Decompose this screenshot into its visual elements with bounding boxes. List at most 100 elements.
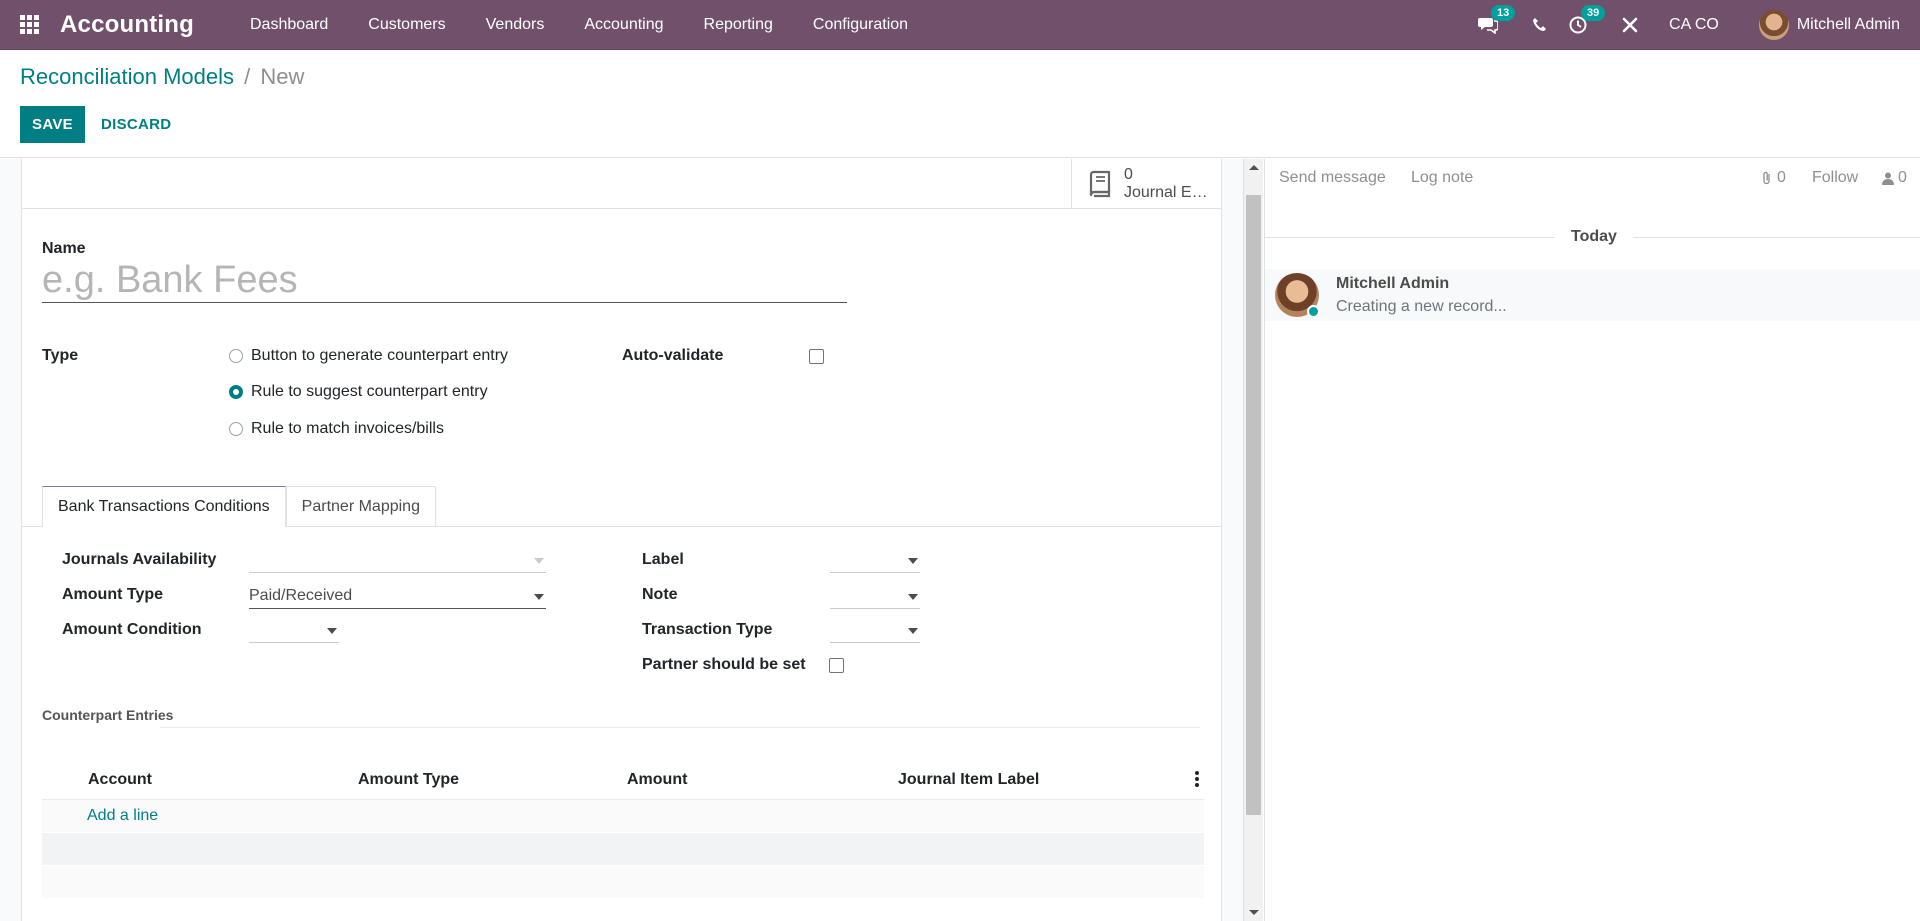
note-condition-select[interactable]: [830, 583, 920, 609]
send-message-button[interactable]: Send message: [1279, 169, 1386, 187]
chevron-down-icon: [534, 558, 544, 564]
paperclip-icon: [1763, 171, 1770, 185]
separator-line-right: [1633, 237, 1920, 238]
chatter-message: Mitchell Admin Creating a new record...: [1265, 269, 1920, 321]
nav-dashboard[interactable]: Dashboard: [230, 0, 348, 50]
follow-button[interactable]: Follow: [1812, 169, 1858, 187]
counterpart-entries-title: Counterpart Entries: [42, 707, 174, 723]
breadcrumb-current: New: [260, 64, 305, 89]
apps-menu-icon[interactable]: [20, 14, 42, 35]
followers-count: 0: [1898, 169, 1907, 186]
journal-entries-label: Journal Entries: [1124, 184, 1216, 201]
tab-partner-mapping[interactable]: Partner Mapping: [285, 486, 436, 527]
message-author[interactable]: Mitchell Admin: [1336, 275, 1449, 293]
auto-validate-label: Auto-validate: [622, 347, 724, 364]
label-condition-label: Label: [642, 551, 684, 568]
debug-tools-menu[interactable]: [1611, 0, 1649, 50]
chatter-topbar: Send message Log note 0 Follow 0: [1265, 159, 1920, 199]
amount-condition-select[interactable]: [249, 617, 339, 643]
chevron-down-icon: [534, 594, 544, 600]
name-label: Name: [42, 240, 86, 257]
partner-should-be-set-label: Partner should be set: [642, 656, 806, 673]
nav-reporting[interactable]: Reporting: [684, 0, 793, 50]
followers-button[interactable]: 0: [1882, 169, 1907, 187]
company-switcher[interactable]: CA CO: [1669, 16, 1719, 34]
top-navbar: Accounting Dashboard Customers Vendors A…: [0, 0, 1920, 50]
discard-button[interactable]: DISCARD: [95, 106, 177, 143]
form-sheet: 0 Journal Entries Name Type Button to ge…: [21, 159, 1222, 921]
amount-type-label: Amount Type: [62, 586, 164, 603]
journal-entries-button[interactable]: 0 Journal Entries: [1071, 159, 1221, 209]
partner-should-be-set-checkbox[interactable]: [829, 658, 844, 673]
amount-type-select[interactable]: Paid/Received: [249, 583, 546, 609]
transaction-type-label: Transaction Type: [642, 621, 773, 638]
column-account[interactable]: Account: [88, 771, 152, 789]
type-option-suggest[interactable]: Rule to suggest counterpart entry: [229, 383, 488, 401]
table-row: [42, 866, 1204, 899]
phone-icon: [1533, 18, 1547, 31]
scroll-up-arrow-icon[interactable]: [1249, 165, 1259, 170]
breadcrumb: Reconciliation Models / New: [20, 64, 304, 90]
breadcrumb-parent[interactable]: Reconciliation Models: [20, 64, 234, 89]
chevron-down-icon: [908, 594, 918, 600]
attachments-button[interactable]: 0: [1761, 169, 1786, 187]
nav-accounting[interactable]: Accounting: [564, 0, 683, 50]
auto-validate-checkbox[interactable]: [809, 349, 824, 364]
table-row: [42, 833, 1204, 866]
column-journal-item-label[interactable]: Journal Item Label: [898, 771, 1039, 789]
add-line-link[interactable]: Add a line: [87, 807, 158, 825]
label-condition-select[interactable]: [830, 547, 920, 573]
column-amount-type[interactable]: Amount Type: [358, 771, 459, 789]
chevron-down-icon: [908, 628, 918, 634]
separator-line-left: [1265, 237, 1555, 238]
journals-availability-label: Journals Availability: [62, 551, 217, 568]
user-name: Mitchell Admin: [1796, 16, 1900, 33]
online-status-icon: [1307, 305, 1320, 318]
tools-icon: [1622, 17, 1638, 33]
nav-customers[interactable]: Customers: [348, 0, 465, 50]
column-amount[interactable]: Amount: [627, 771, 687, 789]
systray: 13 39 CA CO Mitchell Admin: [1469, 0, 1920, 50]
radio-suggest-checked[interactable]: [229, 385, 243, 399]
radio-button-generate[interactable]: [229, 349, 243, 363]
counterpart-entries-table: Account Amount Type Amount Journal Item …: [42, 759, 1204, 899]
scroll-thumb[interactable]: [1246, 195, 1261, 815]
type-option-match[interactable]: Rule to match invoices/bills: [229, 420, 444, 438]
radio-match[interactable]: [229, 422, 243, 436]
notebook-tabs: Bank Transactions Conditions Partner Map…: [42, 486, 436, 527]
messages-count-badge: 13: [1491, 5, 1516, 21]
nav-vendors[interactable]: Vendors: [466, 0, 565, 50]
note-condition-label: Note: [642, 586, 678, 603]
date-separator: Today: [1265, 227, 1920, 247]
scroll-down-arrow-icon[interactable]: [1249, 910, 1259, 915]
optional-columns-icon[interactable]: [1195, 771, 1199, 787]
app-brand[interactable]: Accounting: [60, 11, 194, 39]
breadcrumb-separator: /: [244, 64, 251, 89]
transaction-type-select[interactable]: [830, 617, 920, 643]
tab-bank-transactions-conditions[interactable]: Bank Transactions Conditions: [42, 486, 286, 527]
save-button[interactable]: SAVE: [20, 106, 85, 143]
today-label: Today: [1571, 228, 1617, 245]
form-view: 0 Journal Entries Name Type Button to ge…: [0, 159, 1243, 921]
user-avatar: [1758, 10, 1789, 40]
section-divider: [160, 727, 1200, 728]
book-icon: [1089, 170, 1111, 198]
message-body: Creating a new record...: [1336, 298, 1507, 315]
activity-menu[interactable]: 39: [1559, 0, 1606, 50]
table-row: Add a line: [42, 800, 1204, 833]
control-panel: Reconciliation Models / New SAVE DISCARD: [0, 50, 1920, 158]
form-scrollbar[interactable]: [1243, 159, 1263, 921]
type-option-button[interactable]: Button to generate counterpart entry: [229, 347, 508, 365]
log-note-button[interactable]: Log note: [1411, 169, 1473, 187]
type-label: Type: [42, 347, 79, 364]
name-input[interactable]: [42, 259, 847, 303]
journals-availability-select[interactable]: [249, 547, 546, 573]
messaging-menu[interactable]: 13: [1469, 0, 1516, 50]
user-icon: [1882, 172, 1894, 185]
nav-configuration[interactable]: Configuration: [793, 0, 928, 50]
stat-text: 0 Journal Entries: [1124, 166, 1216, 202]
user-menu[interactable]: Mitchell Admin: [1758, 10, 1900, 40]
chatter-panel: Send message Log note 0 Follow 0 Today M…: [1264, 159, 1920, 921]
voip-menu[interactable]: [1521, 0, 1559, 50]
button-box: 0 Journal Entries: [22, 159, 1221, 209]
